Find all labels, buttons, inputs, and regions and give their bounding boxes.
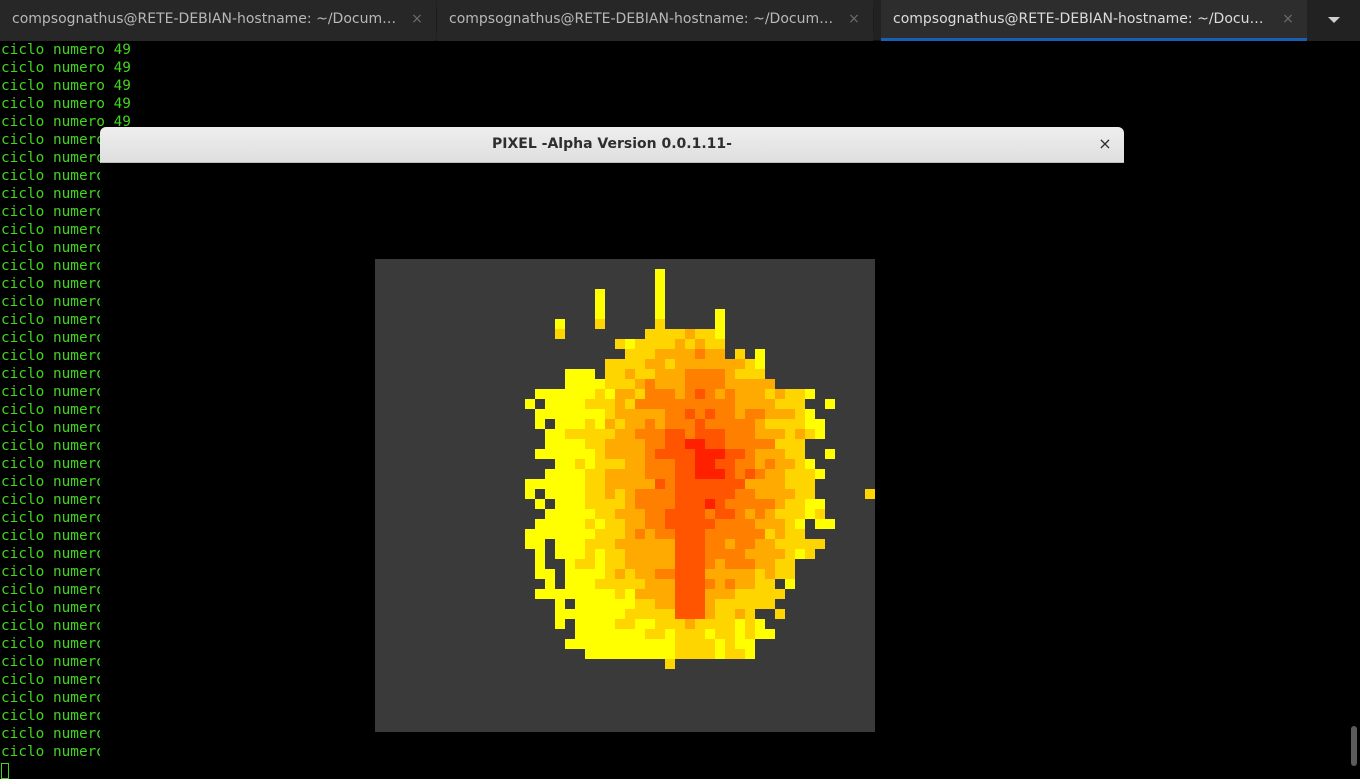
terminal-line: ciclo numero 49 <box>1 60 131 76</box>
terminal-cursor <box>1 763 9 779</box>
pixel-canvas <box>375 259 875 732</box>
tab-terminal-3-active[interactable]: compsognathus@RETE-DEBIAN-hostname: ~/Do… <box>881 0 1307 41</box>
tab-divider <box>873 8 874 32</box>
close-icon[interactable]: × <box>410 10 424 28</box>
close-icon[interactable]: × <box>847 10 861 28</box>
tab-overflow-menu-button[interactable] <box>1308 0 1360 41</box>
pixel-app-window: PIXEL -Alpha Version 0.0.1.11- × <box>100 127 1124 768</box>
window-close-button[interactable]: × <box>1096 135 1114 153</box>
window-title: PIXEL -Alpha Version 0.0.1.11- <box>492 136 732 152</box>
terminal-scrollbar[interactable] <box>1348 41 1360 768</box>
window-titlebar[interactable]: PIXEL -Alpha Version 0.0.1.11- × <box>100 127 1124 163</box>
tab-label: compsognathus@RETE-DEBIAN-hostname: ~/Do… <box>893 11 1271 27</box>
tab-terminal-2[interactable]: compsognathus@RETE-DEBIAN-hostname: ~/Do… <box>437 0 873 41</box>
tab-label: compsognathus@RETE-DEBIAN-hostname: ~/Do… <box>12 11 400 27</box>
terminal-line: ciclo numero 49 <box>1 42 131 58</box>
tab-label: compsognathus@RETE-DEBIAN-hostname: ~/Do… <box>449 11 837 27</box>
tab-terminal-1[interactable]: compsognathus@RETE-DEBIAN-hostname: ~/Do… <box>0 0 436 41</box>
scrollbar-thumb[interactable] <box>1351 726 1357 766</box>
terminal-line: ciclo numero 49 <box>1 78 131 94</box>
pixel-simulation-image <box>525 269 875 669</box>
terminal-line: ciclo numero 49 <box>1 96 131 112</box>
close-icon[interactable]: × <box>1281 10 1295 28</box>
chevron-down-icon <box>1328 17 1340 23</box>
tab-bar: compsognathus@RETE-DEBIAN-hostname: ~/Do… <box>0 0 1360 41</box>
